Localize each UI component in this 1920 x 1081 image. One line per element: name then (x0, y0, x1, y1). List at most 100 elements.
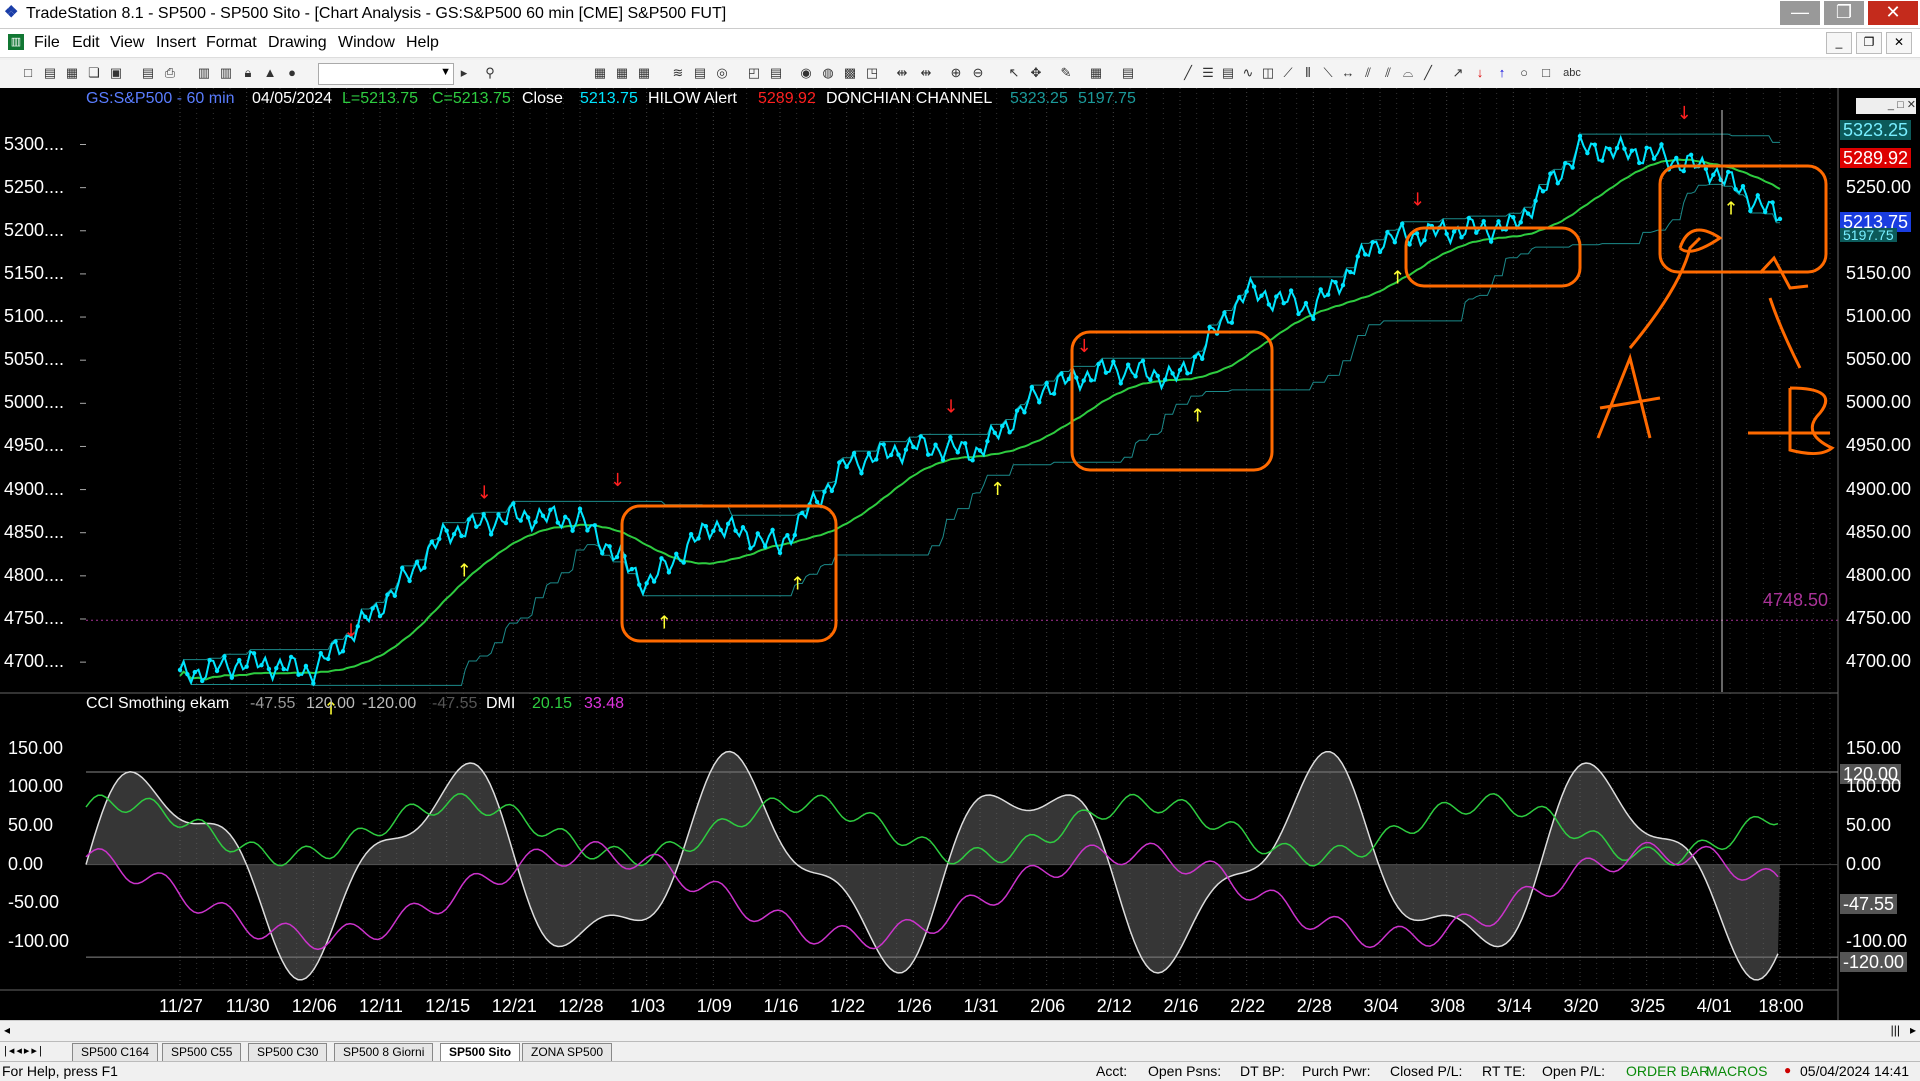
select-icon[interactable]: ✥ (1028, 65, 1044, 81)
tab-sp500-c164[interactable]: SP500 C164 (72, 1043, 159, 1062)
open-icon[interactable]: ▤ (42, 65, 58, 81)
tool-icon-6[interactable]: ◎ (714, 65, 730, 81)
shapes-icon[interactable]: ▲ (262, 65, 278, 81)
menu-edit[interactable]: Edit (72, 34, 100, 52)
menu-insert[interactable]: Insert (156, 34, 196, 52)
price-point (222, 654, 227, 659)
scroll-right-icon[interactable]: ▸ (1910, 1023, 1916, 1037)
tool-icon-16[interactable]: ▤ (1120, 65, 1136, 81)
tool-icon-17[interactable]: ▤ (1220, 65, 1236, 81)
tool-icon-24[interactable]: ⫽ (1360, 65, 1376, 81)
chart-svg[interactable]: ↓↓↓↓↓↓↓↑↑↑↑↑↑↑↑ (0, 88, 1920, 1020)
lock-icon[interactable]: 🔒︎ (240, 65, 256, 81)
tool-icon-25[interactable]: ⫽ (1380, 65, 1396, 81)
horizontal-scrollbar[interactable]: ◂ ||| ▸ (0, 1020, 1920, 1041)
tool-icon-26[interactable]: ⌓ (1400, 65, 1416, 81)
maximize-button[interactable]: ❐ (1824, 1, 1864, 25)
arrow-right-icon[interactable]: ▸ (456, 65, 472, 81)
price-point (1570, 165, 1575, 170)
binoculars-icon[interactable]: ⚲ (482, 65, 498, 81)
mdi-buttons: _ ❐ ✕ (1822, 32, 1912, 54)
tool-icon-19[interactable]: ◫ (1260, 65, 1276, 81)
symbol-combo[interactable]: ▼ (318, 63, 454, 85)
price-point (666, 570, 672, 575)
tool-icon-11[interactable]: ▩ (842, 65, 858, 81)
tool-icon-23[interactable]: ↔ (1340, 65, 1356, 81)
price-point (207, 658, 212, 663)
annotation-letter-b (1748, 386, 1835, 455)
menu-window[interactable]: Window (338, 34, 395, 52)
tool-icon-2[interactable]: ▦ (614, 65, 630, 81)
tool-icon-4[interactable]: ≋ (670, 65, 686, 81)
minimize-button[interactable]: — (1780, 1, 1820, 25)
tool-icon-5[interactable]: ▤ (692, 65, 708, 81)
zoom-in-icon[interactable]: ⊕ (948, 65, 964, 81)
close-button[interactable]: ✕ (1868, 1, 1918, 25)
menu-format[interactable]: Format (206, 34, 257, 52)
subwindow-buttons[interactable]: _ □ ✕ (1856, 98, 1916, 114)
arrow-down-icon[interactable]: ↓ (1472, 65, 1488, 81)
tool-icon-20[interactable]: ⟋ (1280, 65, 1296, 81)
mdi-minimize-icon[interactable]: _ (1826, 32, 1852, 54)
tool-icon-10[interactable]: ◍ (820, 65, 836, 81)
tool-icon-12[interactable]: ◳ (864, 65, 880, 81)
menu-view[interactable]: View (110, 34, 144, 52)
globe-icon[interactable]: ● (284, 65, 300, 81)
menu-drawing[interactable]: Drawing (268, 34, 327, 52)
folder-icon[interactable]: ▣ (108, 65, 124, 81)
tool-icon-28[interactable]: ↗ (1450, 65, 1466, 81)
menu-bar: ▥ File Edit View Insert Format Drawing W… (0, 29, 1920, 58)
scroll-left-icon[interactable]: ◂ (4, 1023, 10, 1037)
tab-sp500-8-giorni[interactable]: SP500 8 Giorni (334, 1043, 434, 1062)
print-icon[interactable]: ⎙ (162, 65, 178, 81)
ellipse-icon[interactable]: ○ (1516, 65, 1532, 81)
workspace-icon[interactable]: ▥ (196, 65, 212, 81)
tool-icon-13[interactable]: ⇹ (894, 65, 910, 81)
save-icon[interactable]: ▦ (64, 65, 80, 81)
tool-icon-1[interactable]: ▦ (592, 65, 608, 81)
tab-sp500-sito[interactable]: SP500 Sito (440, 1043, 521, 1062)
tool-icon-21[interactable]: ⦀ (1300, 65, 1316, 81)
mdi-close-icon[interactable]: ✕ (1886, 32, 1912, 54)
price-point (437, 536, 442, 542)
tab-sp500-c55[interactable]: SP500 C55 (162, 1043, 242, 1062)
date-label: 2/22 (1230, 996, 1266, 1016)
chart-window-icon[interactable]: ▥ (8, 34, 24, 50)
rectangle-icon[interactable]: □ (1538, 65, 1554, 81)
status-order-bar[interactable]: ORDER BAR (1626, 1063, 1709, 1079)
tool-icon-3[interactable]: ▦ (636, 65, 652, 81)
wrench-icon[interactable]: ✎ (1058, 65, 1074, 81)
tab-nav-icons[interactable]: |◂◂▸▸| (4, 1044, 44, 1057)
zoom-out-icon[interactable]: ⊖ (970, 65, 986, 81)
tool-icon-8[interactable]: ▤ (768, 65, 784, 81)
mdi-restore-icon[interactable]: ❐ (1856, 32, 1882, 54)
scroll-thumb-icon[interactable]: ||| (1891, 1023, 1900, 1037)
buy-arrow-icon: ↑ (1390, 267, 1405, 288)
tool-icon-9[interactable]: ◉ (798, 65, 814, 81)
trendline-icon[interactable]: ╱ (1180, 65, 1196, 81)
price-point (740, 525, 746, 530)
layout-icon[interactable]: ▥ (218, 65, 234, 81)
price-axis-label: 4750.... (4, 607, 65, 628)
tool-icon-7[interactable]: ◰ (746, 65, 762, 81)
menu-help[interactable]: Help (406, 34, 439, 52)
tag-cci-value: -47.55 (1840, 894, 1898, 914)
print-preview-icon[interactable]: ▤ (140, 65, 156, 81)
new-icon[interactable]: □ (20, 65, 36, 81)
tab-zona-sp500[interactable]: ZONA SP500 (522, 1043, 613, 1062)
tool-icon-22[interactable]: ⟍ (1320, 65, 1336, 81)
hlines-icon[interactable]: ☰ (1200, 65, 1216, 81)
status-macros[interactable]: MACROS (1706, 1063, 1767, 1079)
menu-file[interactable]: File (34, 34, 60, 52)
copy-icon[interactable]: ❏ (86, 65, 102, 81)
tool-icon-18[interactable]: ∿ (1240, 65, 1256, 81)
chart-area[interactable]: ↓ ↓ ↓ ↓ ↓ ↓ ↓ ↑ ↑ ↑ ↑ ↑ ↑ ↑ ↑ GS:S&P500 - 60 min 04/05… (0, 88, 1920, 1020)
pointer-icon[interactable]: ↖ (1006, 65, 1022, 81)
tool-icon-14[interactable]: ⇹ (918, 65, 934, 81)
tab-sp500-c30[interactable]: SP500 C30 (248, 1043, 328, 1062)
price-point (1059, 371, 1064, 376)
arrow-up-icon[interactable]: ↑ (1494, 65, 1510, 81)
text-tool-icon[interactable]: abc (1560, 65, 1584, 81)
tool-icon-27[interactable]: ╱ (1420, 65, 1436, 81)
tool-icon-15[interactable]: ▦ (1088, 65, 1104, 81)
